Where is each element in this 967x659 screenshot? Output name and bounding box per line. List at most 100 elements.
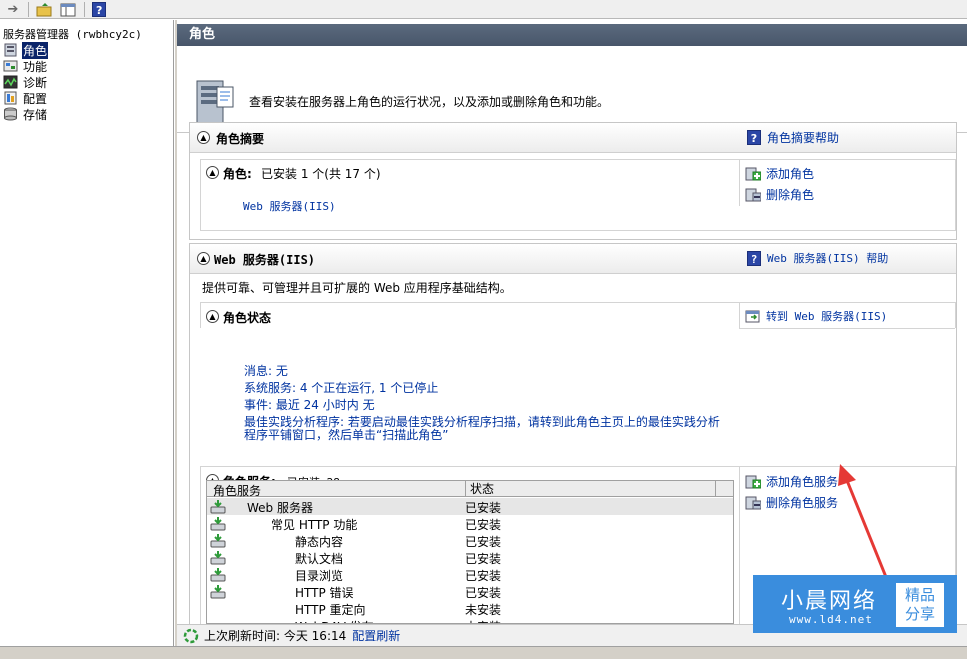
role-service-status: 已安装 (465, 518, 502, 532)
tree-root-server-manager[interactable]: 服务器管理器 (rwbhcy2c) (3, 26, 142, 42)
remove-role-services-label: 删除角色服务 (766, 496, 839, 510)
help-icon: ? (747, 250, 761, 266)
status-line-events: 事件: 最近 24 小时内 无 (244, 398, 375, 412)
features-icon (3, 59, 18, 73)
configure-refresh-link[interactable]: 配置刷新 (352, 627, 400, 644)
watermark-url: www.ld4.net (789, 613, 873, 626)
collapse-icon[interactable]: ▲ (206, 166, 219, 179)
installed-icon (210, 516, 226, 531)
status-line-messages: 消息: 无 (244, 364, 288, 378)
remove-role-services-icon (745, 495, 762, 510)
svg-text:?: ? (96, 4, 102, 17)
add-roles-link[interactable]: 添加角色 (745, 165, 814, 182)
web-server-header: ▲ Web 服务器(IIS) ? Web 服务器(IIS) 帮助 (190, 244, 956, 274)
tree-item-configuration[interactable]: 配置 (3, 90, 48, 106)
add-role-services-link[interactable]: 添加角色服务 (745, 473, 838, 490)
window-status-strip (0, 646, 967, 659)
tree-item-diagnostics[interactable]: 诊断 (3, 74, 48, 90)
status-line-services: 系统服务: 4 个正在运行, 1 个已停止 (244, 381, 439, 395)
intro-text: 查看安装在服务器上角色的运行状况，以及添加或删除角色和功能。 (249, 95, 610, 109)
toolbar: ➔ ? (0, 0, 967, 19)
show-hide-tree-icon[interactable] (59, 1, 77, 18)
add-role-services-label: 添加角色服务 (766, 475, 839, 489)
roles-summary-title: 角色摘要 (216, 132, 265, 146)
table-row[interactable]: 默认文档 已安装 (207, 549, 733, 566)
column-header-service[interactable]: 角色服务 (213, 482, 261, 499)
role-services-table: 角色服务 状态 Web 服务器 已安装 常见 HTTP 功能 已安装 静态内容 已安装 默认… (206, 480, 734, 624)
goto-icon (745, 309, 761, 324)
role-service-name: 静态内容 (295, 535, 344, 549)
roles-actions: 添加角色 删除角色 (739, 160, 955, 206)
status-line-bpa-cont[interactable]: 程序平铺窗口，然后单击“扫描此角色” (244, 429, 720, 442)
remove-role-services-link[interactable]: 删除角色服务 (745, 494, 838, 511)
remove-roles-label: 删除角色 (766, 188, 815, 202)
goto-web-server-link[interactable]: 转到 Web 服务器(IIS) (745, 308, 887, 324)
table-row[interactable]: 常见 HTTP 功能 已安装 (207, 515, 733, 532)
tree-item-roles[interactable]: 角色 (3, 41, 49, 59)
installed-icon (210, 567, 226, 582)
collapse-icon[interactable]: ▲ (197, 131, 210, 144)
role-service-status: 未安装 (465, 603, 502, 617)
refresh-icon (183, 628, 199, 644)
intro-section: 查看安装在服务器上角色的运行状况，以及添加或删除角色和功能。 (177, 47, 967, 133)
roles-summary-help-link[interactable]: ? 角色摘要帮助 (747, 129, 839, 146)
help-icon[interactable]: ? (90, 1, 108, 18)
tree-item-label: 诊断 (23, 75, 48, 90)
toolbar-separator (84, 2, 85, 17)
help-icon: ? (747, 130, 761, 145)
remove-roles-icon (745, 187, 762, 202)
tree-item-features[interactable]: 功能 (3, 58, 48, 74)
role-service-name: 目录浏览 (295, 569, 344, 583)
add-role-services-icon (745, 474, 762, 489)
column-header-spacer (715, 481, 716, 497)
installed-icon (210, 533, 226, 548)
web-server-description: 提供可靠、可管理并且可扩展的 Web 应用程序基础结构。 (202, 281, 512, 295)
table-row[interactable]: HTTP 错误 已安装 (207, 583, 733, 600)
add-roles-label: 添加角色 (766, 167, 815, 181)
table-row[interactable]: 静态内容 已安装 (207, 532, 733, 549)
role-service-name: Web 服务器 (247, 501, 313, 515)
role-service-name: HTTP 重定向 (295, 603, 366, 617)
roles-icon (3, 43, 18, 57)
tree-item-label: 角色 (22, 41, 49, 59)
server-icon (193, 77, 237, 127)
tree-item-label: 配置 (23, 91, 48, 106)
tree-item-label: 存储 (23, 107, 48, 122)
collapse-icon[interactable]: ▲ (197, 252, 210, 265)
configuration-icon (3, 91, 18, 105)
column-header-status[interactable]: 状态 (465, 481, 494, 497)
web-server-help-link[interactable]: ? Web 服务器(IIS) 帮助 (747, 250, 888, 266)
web-server-role-link[interactable]: Web 服务器(IIS) (243, 198, 336, 214)
table-row[interactable]: WebDAV 发布未安装 (207, 617, 733, 623)
red-arrow-annotation (838, 464, 890, 583)
roles-installed-count: 已安装 1 个(共 17 个) (261, 167, 381, 181)
table-row[interactable]: HTTP 重定向 未安装 (207, 600, 733, 617)
help-link-label: 角色摘要帮助 (767, 131, 840, 145)
roles-label: 角色: (223, 167, 252, 181)
role-service-name: 常见 HTTP 功能 (271, 518, 358, 532)
web-server-title: Web 服务器(IIS) (214, 253, 316, 267)
role-status-title: 角色状态 (223, 311, 272, 325)
role-status-actions: 转到 Web 服务器(IIS) (739, 303, 955, 329)
navigation-tree: 服务器管理器 (rwbhcy2c) 角色 功能 诊断 配置 存储 (0, 20, 174, 659)
watermark-logo: 小晨网络 www.ld4.net 精品 分享 (753, 575, 957, 633)
add-roles-icon (745, 166, 762, 181)
tree-item-storage[interactable]: 存储 (3, 106, 48, 122)
collapse-icon[interactable]: ▲ (206, 310, 219, 323)
watermark-badge-line2: 分享 (904, 605, 935, 623)
role-service-status: 已安装 (465, 552, 502, 566)
watermark-badge: 精品 分享 (896, 583, 944, 627)
table-header: 角色服务 状态 (207, 481, 733, 499)
up-folder-icon[interactable] (35, 1, 53, 18)
watermark-badge-line1: 精品 (904, 586, 935, 604)
remove-roles-link[interactable]: 删除角色 (745, 186, 814, 203)
role-service-name: 默认文档 (295, 552, 344, 566)
roles-summary-header: ▲ 角色摘要 ? 角色摘要帮助 (190, 123, 956, 153)
table-row[interactable]: 目录浏览 已安装 (207, 566, 733, 583)
installed-icon (210, 584, 226, 599)
forward-arrow-icon[interactable]: ➔ (4, 1, 22, 18)
role-service-status: 已安装 (465, 569, 502, 583)
roles-subpanel: ▲ 角色: 已安装 1 个(共 17 个) Web 服务器(IIS) 添加角色 … (200, 159, 956, 231)
table-row[interactable]: Web 服务器 已安装 (207, 498, 733, 515)
role-service-status: 已安装 (465, 586, 502, 600)
